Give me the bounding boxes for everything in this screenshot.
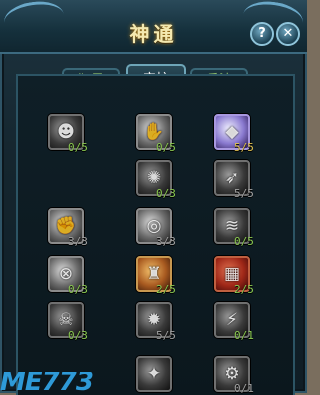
skill-level: 0/3	[68, 283, 88, 296]
skill-level: 3/3	[68, 235, 88, 248]
skill-level: 5/5	[234, 187, 254, 200]
close-button[interactable]: ✕	[276, 22, 300, 46]
skill-level: 0/5	[156, 141, 176, 154]
site-watermark: ME773	[0, 372, 94, 393]
skill-level: 0/3	[156, 187, 176, 200]
skill-level: 0/5	[68, 141, 88, 154]
skill-level: 0/1	[234, 329, 254, 342]
help-button[interactable]: ?	[250, 22, 274, 46]
skill-level: 2/5	[234, 283, 254, 296]
skill-level: 0/3	[68, 329, 88, 342]
skill-level: 0/1	[234, 382, 254, 395]
light-icon: ✦	[146, 364, 162, 384]
skill-level: 2/5	[156, 283, 176, 296]
skill-level: 3/3	[156, 235, 176, 248]
skill-level: 0/5	[234, 235, 254, 248]
skill-slot[interactable]: ✦	[136, 356, 172, 392]
skill-level: 5/5	[234, 141, 254, 154]
skill-level: 5/5	[156, 329, 176, 342]
